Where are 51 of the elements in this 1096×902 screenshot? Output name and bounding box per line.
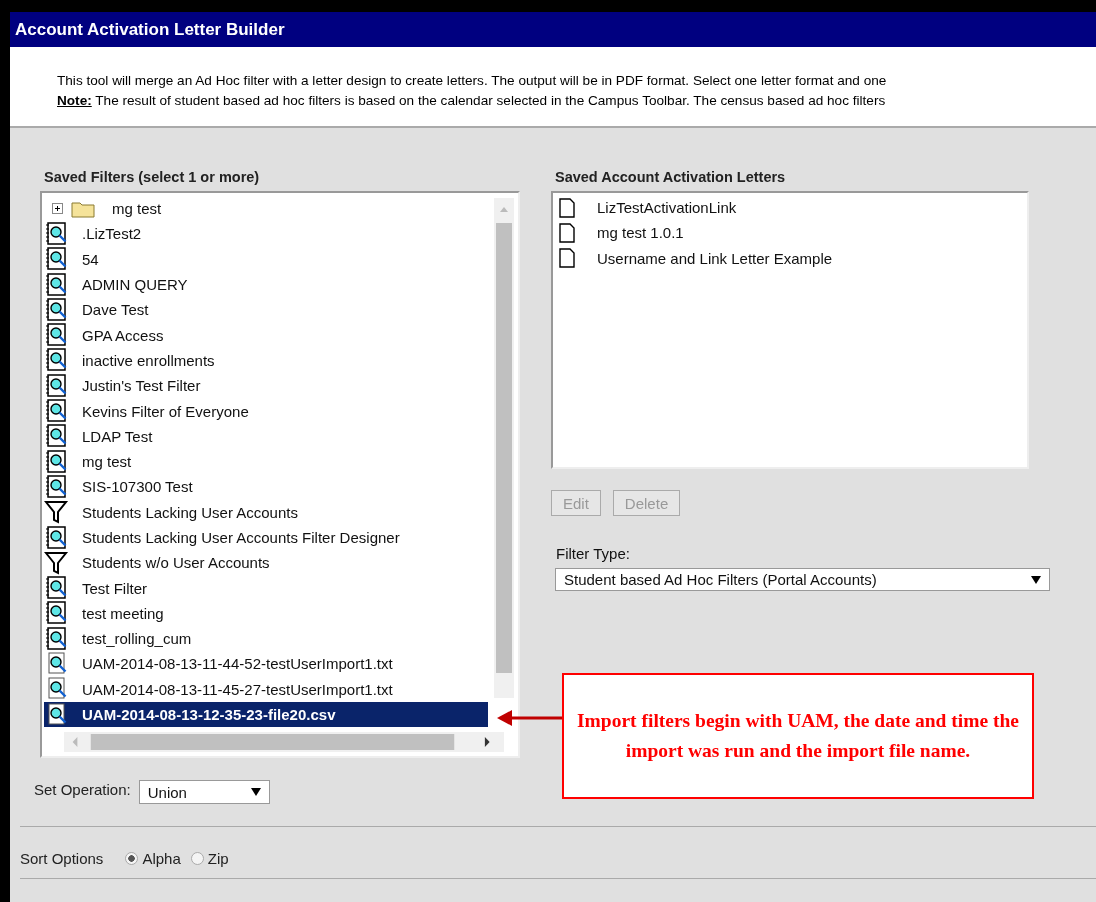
filter-item[interactable]: SIS-107300 Test xyxy=(44,474,488,500)
arrow xyxy=(497,708,563,728)
filter-item[interactable]: inactive enrollments xyxy=(44,347,488,374)
folder-item[interactable]: mg test xyxy=(112,200,162,218)
document-icon xyxy=(559,197,575,218)
document-icon xyxy=(559,248,575,269)
funnel-icon xyxy=(44,549,70,576)
horizontal-scrollbar[interactable] xyxy=(64,732,504,752)
set-operation-label: Set Operation: xyxy=(34,780,131,798)
saved-letters-heading: Saved Account Activation Letters xyxy=(554,169,787,187)
letter-item[interactable]: Username and Link Letter Example xyxy=(597,249,833,267)
filter-item[interactable]: Justin's Test Filter xyxy=(44,373,488,399)
filter-item[interactable]: Students Lacking User Accounts xyxy=(44,499,488,525)
filter-item[interactable]: mg test xyxy=(44,448,488,475)
filter-item[interactable]: Dave Test xyxy=(44,297,488,323)
filter-item[interactable]: LDAP Test xyxy=(44,423,488,449)
filter-item[interactable]: Students Lacking User Accounts Filter Designer xyxy=(44,524,488,551)
sort-options-label: Sort Options xyxy=(20,849,104,867)
radio-label[interactable]: Alpha xyxy=(142,849,181,867)
letter-item[interactable]: LizTestActivationLink xyxy=(597,199,737,217)
caret-icon xyxy=(1031,575,1041,584)
filter-item[interactable]: Test Filter xyxy=(44,575,488,601)
radio-button[interactable] xyxy=(125,851,139,865)
expand-icon[interactable] xyxy=(52,203,63,215)
filter-item[interactable]: GPA Access xyxy=(44,322,488,348)
saved-filters-heading: Saved Filters (select 1 or more) xyxy=(43,169,261,187)
document-icon xyxy=(559,222,575,243)
folder-icon xyxy=(71,199,95,218)
caret-icon xyxy=(250,788,261,796)
callout-note: Import filters begin with UAM, the date and time the import was run and the import file name. xyxy=(562,673,1034,799)
set-operation-dropdown[interactable]: Union xyxy=(138,780,270,804)
description-text: Note: The result of student based ad hoc filters is based on the calendar selected in the Campus Toolbar. The census based ad hoc filters xyxy=(57,92,887,110)
filter-item[interactable]: Kevins Filter of Everyone xyxy=(44,398,488,424)
filter-item[interactable]: .LizTest2 xyxy=(44,221,488,247)
filter-item[interactable]: 54 xyxy=(44,246,488,272)
filter-item[interactable]: UAM-2014-08-13-12-35-23-file20.csv xyxy=(44,701,488,728)
description-text: This tool will merge an Ad Hoc filter with a letter design to create letters. The output will be in PDF format. Select one letter format and one xyxy=(57,72,888,90)
funnel-icon xyxy=(44,499,70,526)
filter-item[interactable]: ADMIN QUERY xyxy=(44,271,488,298)
filter-item[interactable]: UAM-2014-08-13-11-45-27-testUserImport1.txt xyxy=(44,676,488,702)
filter-item[interactable]: Students w/o User Accounts xyxy=(44,550,488,576)
radio-button[interactable] xyxy=(190,851,204,865)
filter-item[interactable]: test meeting xyxy=(44,600,488,627)
filter-item[interactable]: test_rolling_cum xyxy=(44,626,488,652)
filter-type-dropdown[interactable]: Student based Ad Hoc Filters (Portal Accounts) xyxy=(555,568,1050,591)
window-title: Account Activation Letter Builder xyxy=(15,19,285,40)
filter-item[interactable]: UAM-2014-08-13-11-44-52-testUserImport1.txt xyxy=(44,651,488,677)
letter-item[interactable]: mg test 1.0.1 xyxy=(597,224,684,242)
vertical-scrollbar[interactable] xyxy=(494,198,514,698)
radio-label[interactable]: Zip xyxy=(207,849,229,867)
filter-type-label: Filter Type: xyxy=(556,545,631,562)
